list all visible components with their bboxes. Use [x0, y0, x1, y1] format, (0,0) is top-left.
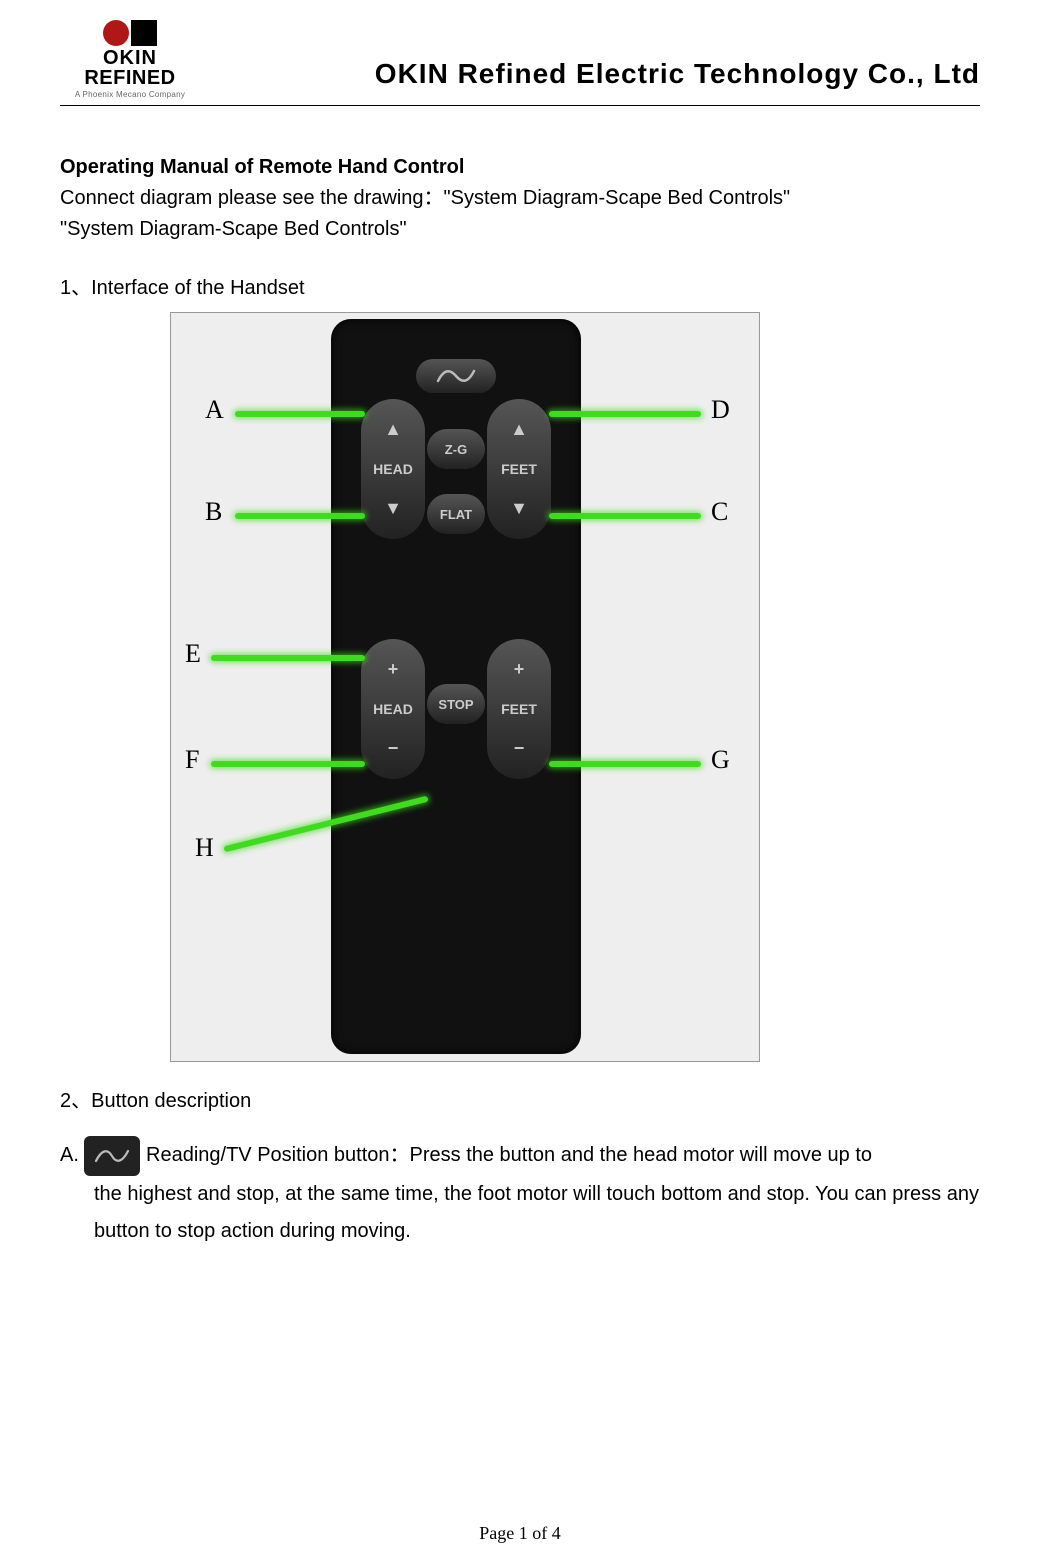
logo-black-square-icon: [131, 20, 157, 46]
flat-button: FLAT: [427, 494, 485, 534]
section-1-heading: 1、Interface of the Handset: [60, 273, 980, 304]
logo-text-okin: OKIN: [103, 48, 157, 68]
page-footer: Page 1 of 4: [0, 1523, 1040, 1544]
section-2-heading: 2、Button description: [60, 1086, 980, 1117]
head-minus-icon: −: [388, 738, 399, 759]
head-label-upper: HEAD: [373, 461, 413, 477]
callout-line-C: [549, 513, 701, 519]
head-up-arrow-icon: ▲: [384, 419, 402, 440]
logo-red-circle-icon: [103, 20, 129, 46]
connect-diagram-line1: Connect diagram please see the drawing："…: [60, 183, 980, 214]
callout-label-A: A: [205, 395, 224, 425]
callout-label-E: E: [185, 639, 201, 669]
logo-tagline: A Phoenix Mecano Company: [75, 90, 185, 99]
handset-figure: ▲ HEAD ▼ ▲ FEET ▼ Z-G FLAT + HEAD − + FE…: [170, 312, 760, 1062]
callout-label-H: H: [195, 833, 214, 863]
callout-label-F: F: [185, 745, 199, 775]
callout-label-C: C: [711, 497, 728, 527]
feet-massage-pill: + FEET −: [487, 639, 551, 779]
callout-label-B: B: [205, 497, 222, 527]
feet-label-upper: FEET: [501, 461, 537, 477]
wave-button-thumbnail-icon: [84, 1136, 140, 1176]
company-title: OKIN Refined Electric Technology Co., Lt…: [375, 58, 980, 90]
logo-text-refined: REFINED: [84, 68, 175, 88]
feet-minus-icon: −: [514, 738, 525, 759]
head-label-lower: HEAD: [373, 701, 413, 717]
wave-button-icon: [416, 359, 496, 393]
item-A-prefix: A.: [60, 1144, 79, 1166]
callout-label-G: G: [711, 745, 730, 775]
feet-plus-icon: +: [514, 659, 525, 680]
page-header: OKIN REFINED A Phoenix Mecano Company OK…: [60, 20, 980, 106]
item-A-line2: the highest and stop, at the same time, …: [60, 1176, 980, 1250]
connect-diagram-line2: "System Diagram-Scape Bed Controls": [60, 214, 980, 245]
callout-line-B: [235, 513, 365, 519]
logo-mark: [103, 20, 157, 46]
callout-line-F: [211, 761, 365, 767]
callout-line-E: [211, 655, 365, 661]
document-title: Operating Manual of Remote Hand Control: [60, 156, 980, 179]
head-down-arrow-icon: ▼: [384, 498, 402, 519]
feet-up-down-pill: ▲ FEET ▼: [487, 399, 551, 539]
feet-down-arrow-icon: ▼: [510, 498, 528, 519]
item-A-text-part1: Reading/TV Position button：Press the but…: [146, 1144, 872, 1166]
head-plus-icon: +: [388, 659, 399, 680]
stop-button: STOP: [427, 684, 485, 724]
feet-label-lower: FEET: [501, 701, 537, 717]
company-logo: OKIN REFINED A Phoenix Mecano Company: [60, 20, 200, 99]
callout-line-A: [235, 411, 365, 417]
item-A-line1: A. Reading/TV Position button：Press the …: [60, 1135, 980, 1176]
zg-button: Z-G: [427, 429, 485, 469]
remote-body: ▲ HEAD ▼ ▲ FEET ▼ Z-G FLAT + HEAD − + FE…: [331, 319, 581, 1054]
callout-line-G: [549, 761, 701, 767]
callout-label-D: D: [711, 395, 730, 425]
feet-up-arrow-icon: ▲: [510, 419, 528, 440]
callout-line-D: [549, 411, 701, 417]
head-massage-pill: + HEAD −: [361, 639, 425, 779]
head-up-down-pill: ▲ HEAD ▼: [361, 399, 425, 539]
